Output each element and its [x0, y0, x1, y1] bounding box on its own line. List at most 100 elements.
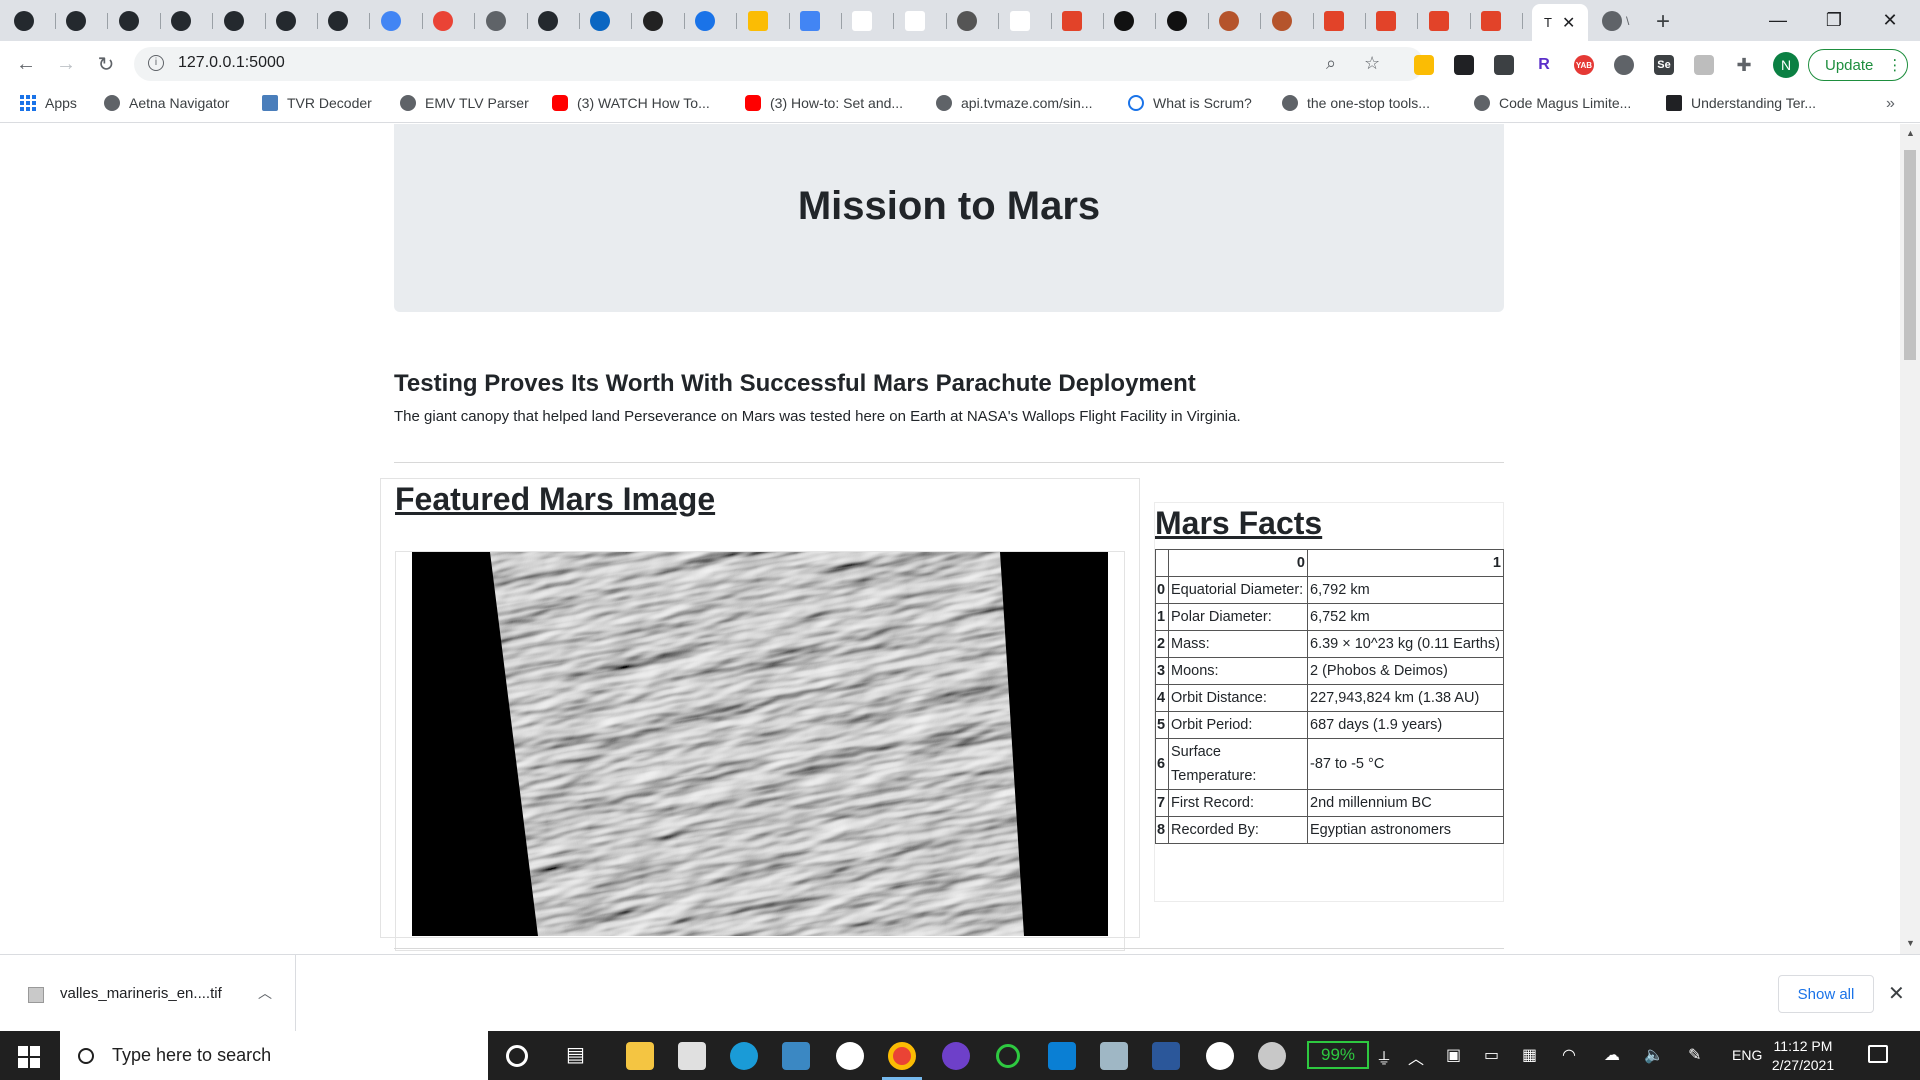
bookmark-item[interactable]: Code Magus Limite...: [1474, 95, 1631, 111]
download-item[interactable]: valles_marineris_en....tif ︿: [0, 955, 296, 1031]
paint-icon[interactable]: [1258, 1042, 1286, 1070]
page-scrollbar[interactable]: ▲ ▼: [1900, 124, 1920, 954]
chrome-icon[interactable]: [888, 1042, 916, 1070]
tab[interactable]: [318, 6, 371, 35]
tab[interactable]: [56, 6, 109, 35]
notepad-icon[interactable]: [1100, 1042, 1128, 1070]
slack-icon[interactable]: [836, 1042, 864, 1070]
update-button[interactable]: Update ⋮: [1808, 49, 1908, 81]
maximize-icon[interactable]: ❐: [1806, 0, 1862, 41]
drive-icon[interactable]: [1414, 55, 1434, 75]
forward-icon[interactable]: →: [52, 50, 80, 78]
bookmark-item[interactable]: What is Scrum?: [1128, 95, 1252, 111]
tab[interactable]: [790, 6, 842, 35]
extensions-puzzle-icon[interactable]: ✚: [1734, 55, 1754, 75]
zoom-icon[interactable]: ⌕: [1326, 53, 1336, 74]
cloud-icon[interactable]: ☁: [1604, 1045, 1620, 1065]
minimize-icon[interactable]: —: [1750, 0, 1806, 41]
show-all-button[interactable]: Show all: [1778, 975, 1874, 1013]
bookmark-item[interactable]: api.tvmaze.com/sin...: [936, 95, 1093, 111]
taskbar-search[interactable]: Type here to search: [60, 1031, 488, 1080]
word-icon[interactable]: [1152, 1042, 1180, 1070]
wifi-icon[interactable]: ◠: [1562, 1045, 1576, 1065]
tab[interactable]: [633, 6, 685, 35]
tab[interactable]: [371, 6, 423, 35]
device-icon[interactable]: ▣: [1446, 1045, 1461, 1065]
tab[interactable]: [109, 6, 161, 35]
yab-icon[interactable]: YAB: [1574, 55, 1594, 75]
store-icon[interactable]: [678, 1042, 706, 1070]
tab[interactable]: [161, 6, 214, 35]
tab[interactable]: [266, 6, 318, 35]
tab[interactable]: [580, 6, 633, 35]
pen-icon[interactable]: ✎: [1688, 1045, 1701, 1065]
bookmark-item[interactable]: (3) How-to: Set and...: [745, 95, 903, 111]
vscode-icon[interactable]: [1048, 1042, 1076, 1070]
back-icon[interactable]: ←: [12, 50, 40, 78]
bookmark-item[interactable]: EMV TLV Parser: [400, 95, 529, 111]
sync-icon[interactable]: [996, 1044, 1020, 1068]
download-filename[interactable]: valles_marineris_en....tif: [60, 985, 222, 1002]
tab[interactable]: [1000, 6, 1052, 35]
scroll-down-icon[interactable]: ▼: [1906, 938, 1915, 948]
tab[interactable]: [4, 6, 56, 35]
battery-indicator[interactable]: 99%: [1307, 1041, 1369, 1069]
clock[interactable]: 11:12 PM 2/27/2021: [1766, 1037, 1840, 1075]
tab[interactable]: [423, 6, 476, 35]
bookmark-star-icon[interactable]: ☆: [1364, 53, 1380, 74]
extension-icon[interactable]: [1694, 55, 1714, 75]
tab[interactable]: [1157, 6, 1209, 35]
tab[interactable]: [685, 6, 738, 35]
language-indicator[interactable]: ENG: [1732, 1047, 1762, 1063]
bookmark-item[interactable]: Aetna Navigator: [104, 95, 229, 111]
tab[interactable]: [528, 6, 580, 35]
bookmark-item[interactable]: Understanding Ter...: [1666, 95, 1816, 111]
chevron-up-icon[interactable]: ︿: [1408, 1045, 1424, 1069]
tab[interactable]: [1419, 6, 1471, 35]
active-tab[interactable]: T ✕: [1532, 4, 1588, 41]
mongodb-icon[interactable]: [1206, 1042, 1234, 1070]
reload-icon[interactable]: ↻: [92, 50, 120, 78]
edge-icon[interactable]: [730, 1042, 758, 1070]
bookmark-item[interactable]: TVR Decoder: [262, 95, 372, 111]
tab[interactable]: [1262, 6, 1314, 35]
tab[interactable]: [947, 6, 1000, 35]
plug-icon[interactable]: ⏚: [1376, 1045, 1392, 1069]
tab[interactable]: [214, 6, 266, 35]
more-bookmarks-icon[interactable]: »: [1886, 95, 1895, 113]
profile-avatar[interactable]: N: [1773, 52, 1799, 78]
r-extension-icon[interactable]: R: [1534, 55, 1554, 75]
extension-icon[interactable]: [1454, 55, 1474, 75]
mail-icon[interactable]: [782, 1042, 810, 1070]
bookmark-item[interactable]: (3) WATCH How To...: [552, 95, 710, 111]
cortana-icon[interactable]: [506, 1045, 528, 1067]
file-explorer-icon[interactable]: [626, 1042, 654, 1070]
selenium-icon[interactable]: Se: [1654, 55, 1674, 75]
volume-icon[interactable]: 🔈: [1644, 1045, 1664, 1065]
tab[interactable]: \: [1592, 6, 1644, 35]
bookmark-item[interactable]: the one-stop tools...: [1282, 95, 1430, 111]
close-download-bar-icon[interactable]: ✕: [1888, 981, 1905, 1006]
address-bar[interactable]: i 127.0.0.1:5000 ⌕ ☆: [134, 47, 1424, 81]
tab[interactable]: [1471, 6, 1524, 35]
github-desktop-icon[interactable]: [942, 1042, 970, 1070]
url-text[interactable]: 127.0.0.1:5000: [178, 54, 285, 72]
chevron-up-icon[interactable]: ︿: [258, 983, 272, 1003]
tab[interactable]: [738, 6, 790, 35]
task-view-icon[interactable]: ▤: [566, 1042, 594, 1070]
screen-capture-icon[interactable]: ▦: [1522, 1045, 1537, 1065]
new-tab-button[interactable]: +: [1656, 8, 1670, 36]
scrollbar-thumb[interactable]: [1904, 150, 1916, 360]
clapper-icon[interactable]: [1494, 55, 1514, 75]
tab[interactable]: [842, 6, 895, 35]
tab[interactable]: [1104, 6, 1157, 35]
close-tab-icon[interactable]: ✕: [1562, 13, 1575, 33]
close-window-icon[interactable]: ✕: [1862, 0, 1918, 41]
battery-tray-icon[interactable]: ▭: [1484, 1045, 1499, 1065]
tab[interactable]: [895, 6, 947, 35]
site-info-icon[interactable]: i: [148, 55, 164, 71]
tab[interactable]: [1314, 6, 1366, 35]
tab[interactable]: [1366, 6, 1419, 35]
circle-extension-icon[interactable]: [1614, 55, 1634, 75]
windows-start-icon[interactable]: [18, 1046, 40, 1068]
